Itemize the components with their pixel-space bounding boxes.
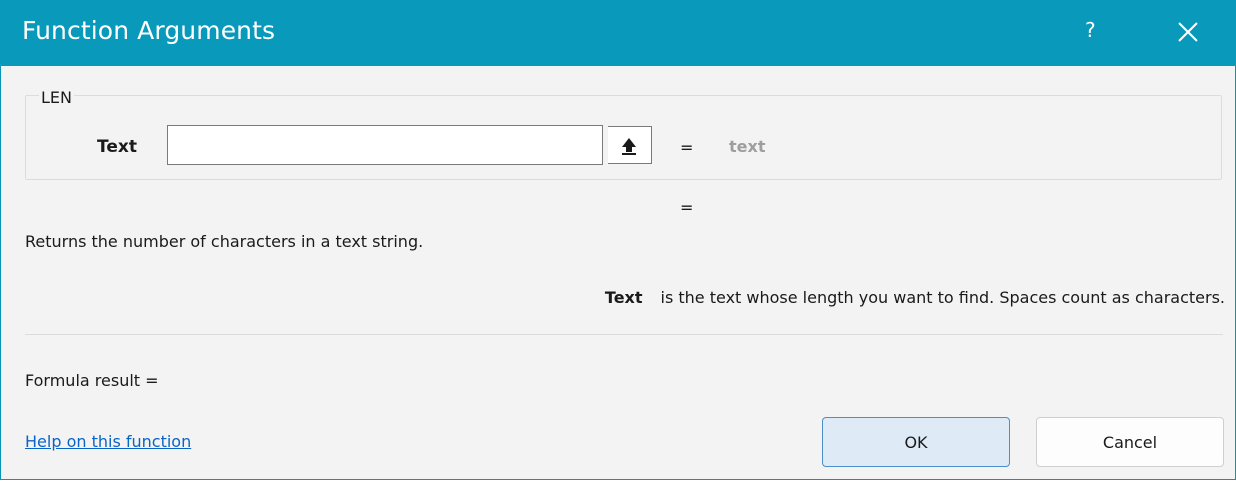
help-on-function-link[interactable]: Help on this function [25, 432, 191, 451]
result-equals: = [680, 198, 694, 217]
argument-label: Text [97, 137, 137, 157]
formula-result: Formula result = [25, 371, 159, 390]
dialog-title: Function Arguments [22, 16, 276, 45]
function-name: LEN [39, 88, 74, 107]
argument-description-text: is the text whose length you want to fin… [660, 288, 1225, 307]
argument-type-hint: text [729, 137, 766, 156]
cancel-button[interactable]: Cancel [1036, 417, 1224, 467]
ok-button[interactable]: OK [822, 417, 1010, 467]
collapse-dialog-icon [622, 138, 636, 155]
divider [25, 334, 1223, 335]
title-bar[interactable]: Function Arguments ? [0, 0, 1236, 66]
function-arguments-dialog: Function Arguments ? LEN Text = text = R… [0, 0, 1236, 480]
help-button[interactable]: ? [1085, 18, 1096, 42]
function-description: Returns the number of characters in a te… [25, 232, 424, 251]
argument-equals: = [680, 138, 694, 157]
close-icon[interactable] [1170, 14, 1206, 50]
collapse-dialog-button[interactable] [608, 126, 652, 164]
argument-description-label: Text [604, 288, 643, 307]
argument-description: Text is the text whose length you want to… [605, 288, 1225, 307]
text-argument-input[interactable] [167, 125, 603, 165]
